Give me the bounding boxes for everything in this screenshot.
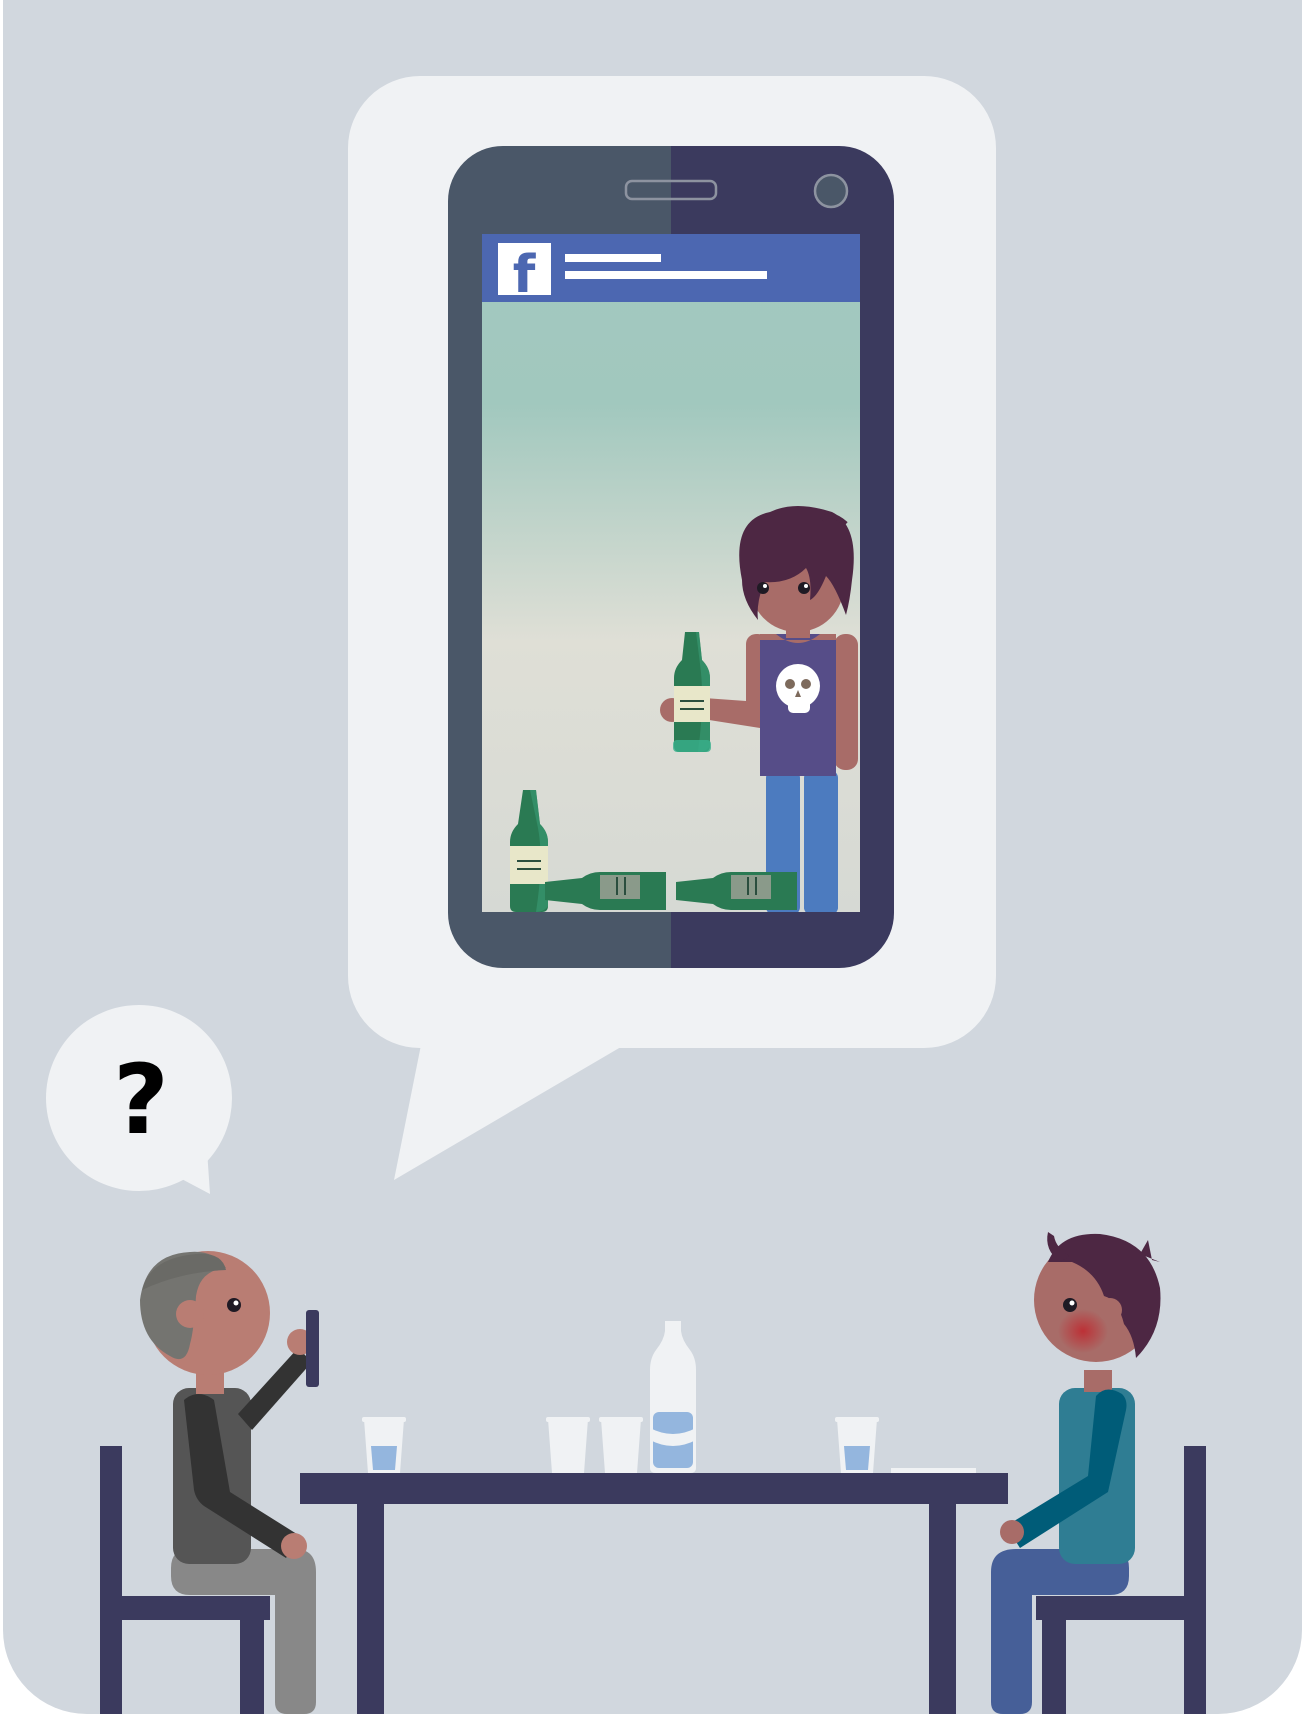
empty-glass-1: [546, 1417, 590, 1473]
phone-camera: [813, 173, 849, 209]
smartphone: f: [448, 146, 894, 968]
facebook-post-header: f: [482, 234, 860, 305]
post-text-placeholder: [565, 271, 767, 279]
empty-glass-2: [599, 1417, 643, 1473]
water-glass-right: [835, 1417, 879, 1473]
phone-screen: f: [482, 234, 860, 912]
scene-svg: f ?: [0, 0, 1305, 1714]
water-glass-left: [362, 1417, 406, 1473]
phone-on-table: [891, 1468, 976, 1473]
phone-in-hand: [306, 1310, 319, 1387]
post-author-placeholder: [565, 254, 661, 262]
facebook-logo-letter: f: [513, 245, 537, 305]
question-mark: ?: [113, 1044, 169, 1156]
illustration-scene: f ?: [0, 0, 1305, 1714]
